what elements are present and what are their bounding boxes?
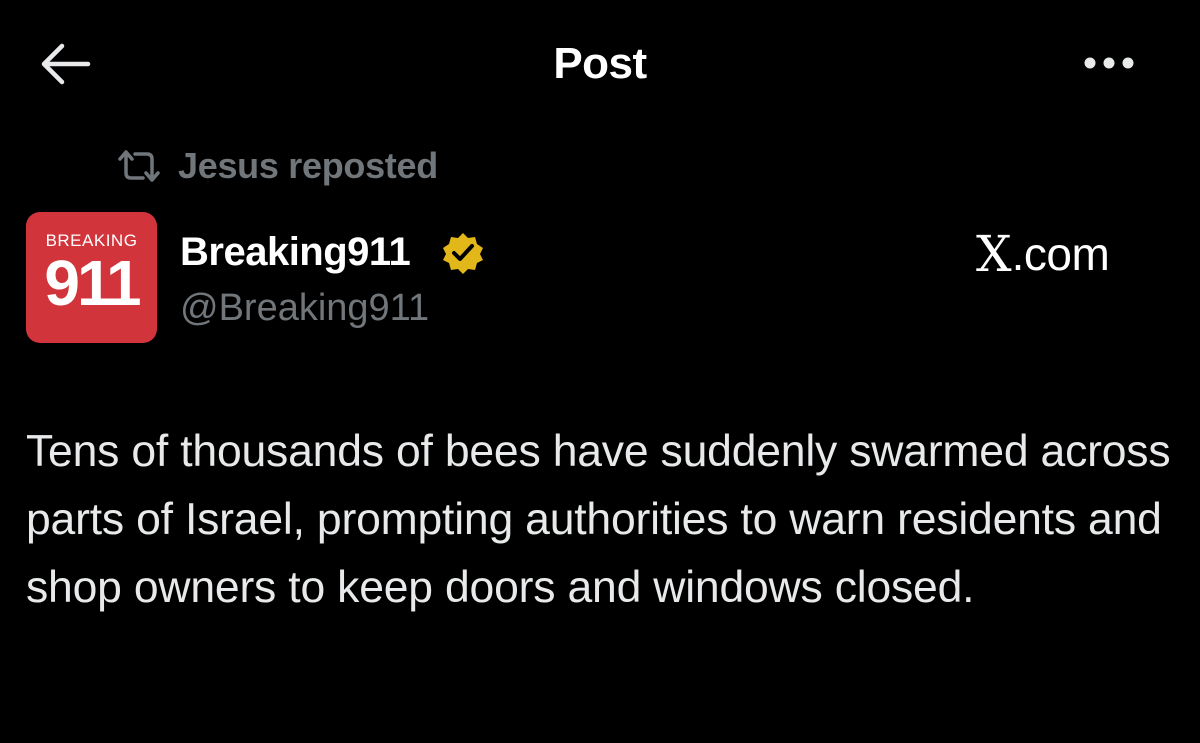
repost-context[interactable]: Jesus reposted <box>116 143 438 189</box>
watermark-suffix: .com <box>1011 228 1110 280</box>
verified-badge-icon[interactable] <box>440 230 486 276</box>
author-handle[interactable]: @Breaking911 <box>180 284 429 332</box>
repost-icon <box>116 147 178 185</box>
more-horizontal-icon <box>1080 45 1142 81</box>
more-options-button[interactable] <box>1080 45 1142 81</box>
post-text: Tens of thousands of bees have suddenly … <box>26 427 1171 612</box>
avatar-label-main: 911 <box>44 247 141 319</box>
x-logo-icon: X <box>976 225 1012 283</box>
x-com-watermark: X .com <box>976 226 1150 282</box>
repost-label: Jesus reposted <box>178 145 438 186</box>
author-display-name[interactable]: Breaking911 <box>180 226 411 278</box>
avatar[interactable]: BREAKING 911 <box>26 212 157 343</box>
top-bar: Post <box>0 0 1200 125</box>
page-title: Post <box>553 39 647 88</box>
post-screen: Post Jesus reposted BREAKING 911 Breakin… <box>0 0 1200 743</box>
